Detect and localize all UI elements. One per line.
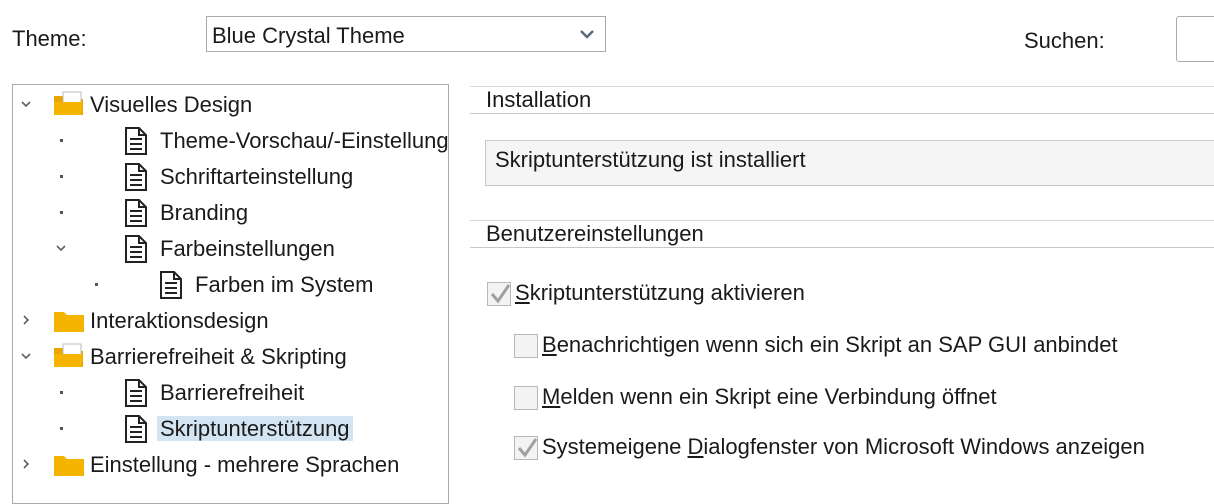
tree-item-label: Branding [160,200,249,225]
theme-select[interactable]: Blue Crystal Theme [206,16,606,52]
document-icon [125,379,147,407]
tree-item[interactable]: Interaktionsdesign [13,303,448,337]
tree-item-label: Barrierefreiheit & Skripting [90,344,347,369]
document-icon [125,127,147,155]
tree-item[interactable]: Einstellung - mehrere Sprachen [13,447,448,481]
chevron-down-icon[interactable] [19,97,33,111]
tree-leaf-dot [60,427,63,430]
tree-item[interactable]: Visuelles Design [13,87,448,121]
notify-attach-label: Benachrichtigen wenn sich ein Skript an … [542,332,1118,357]
folder-icon [54,312,84,332]
tree-item-label: Interaktionsdesign [90,308,269,333]
installation-group-header: Installation [470,86,1214,114]
tree-leaf-dot [60,139,63,142]
native-dialogs-label: Systemeigene Dialogfenster von Microsoft… [542,434,1145,459]
tree-leaf-dot [60,391,63,394]
tree-item-label: Visuelles Design [90,92,253,117]
chevron-down-icon [580,30,594,39]
document-icon [125,415,147,443]
chevron-down-icon[interactable] [54,241,68,255]
user-settings-group-header: Benutzereinstellungen [470,220,1214,248]
tree-item-label: Skriptunterstützung [157,416,353,441]
theme-label: Theme: [12,26,87,51]
installation-status-text: Skriptunterstützung ist installiert [495,147,806,172]
enable-scripting-checkbox[interactable] [487,282,511,306]
tree-item[interactable]: Branding [13,195,448,229]
notify-connection-label: Melden wenn ein Skript eine Verbindung ö… [542,384,997,409]
enable-scripting-label: Skriptunterstützung aktivieren [515,280,805,305]
document-icon [160,271,182,299]
tree-item-label: Schriftarteinstellung [160,164,354,189]
document-icon [125,235,147,263]
installation-status-box: Skriptunterstützung ist installiert [485,140,1214,186]
tree-item-label: Farbeinstellungen [160,236,335,261]
folder-open-icon [54,343,83,367]
tree-item-label: Einstellung - mehrere Sprachen [90,452,400,477]
navigation-tree: Visuelles Design Theme-Vorschau/-Einstell… [12,84,449,504]
document-icon [125,199,147,227]
chevron-right-icon[interactable] [19,313,33,327]
checkmark-icon [490,284,511,304]
tree-item[interactable]: Schriftarteinstellung [13,159,448,193]
notify-attach-checkbox[interactable] [514,334,538,358]
chevron-right-icon[interactable] [19,457,33,471]
chevron-down-icon[interactable] [19,349,33,363]
installation-header-label: Installation [486,87,592,112]
native-dialogs-checkbox[interactable] [514,436,538,460]
notify-connection-checkbox[interactable] [514,386,538,410]
tree-leaf-dot [60,175,63,178]
tree-leaf-dot [60,211,63,214]
tree-leaf-dot [95,283,98,286]
search-label: Suchen: [1024,28,1105,53]
tree-item-label: Barrierefreiheit [160,380,305,405]
theme-select-value: Blue Crystal Theme [212,23,405,48]
tree-item[interactable]: Farbeinstellungen [13,231,448,265]
tree-item[interactable]: Barrierefreiheit & Skripting [13,339,448,373]
checkmark-icon [517,438,538,458]
tree-item[interactable]: Barrierefreiheit [13,375,448,409]
user-settings-header-label: Benutzereinstellungen [486,221,704,246]
tree-item-label: Farben im System [195,272,374,297]
tree-item-label: Theme-Vorschau/-Einstellungen [160,128,449,153]
folder-open-icon [54,91,83,115]
search-input[interactable] [1176,16,1214,62]
document-icon [125,163,147,191]
tree-item[interactable]: Farben im System [13,267,448,301]
tree-item[interactable]: Skriptunterstützung [13,411,448,445]
folder-icon [54,456,84,476]
tree-item[interactable]: Theme-Vorschau/-Einstellungen [13,123,449,157]
